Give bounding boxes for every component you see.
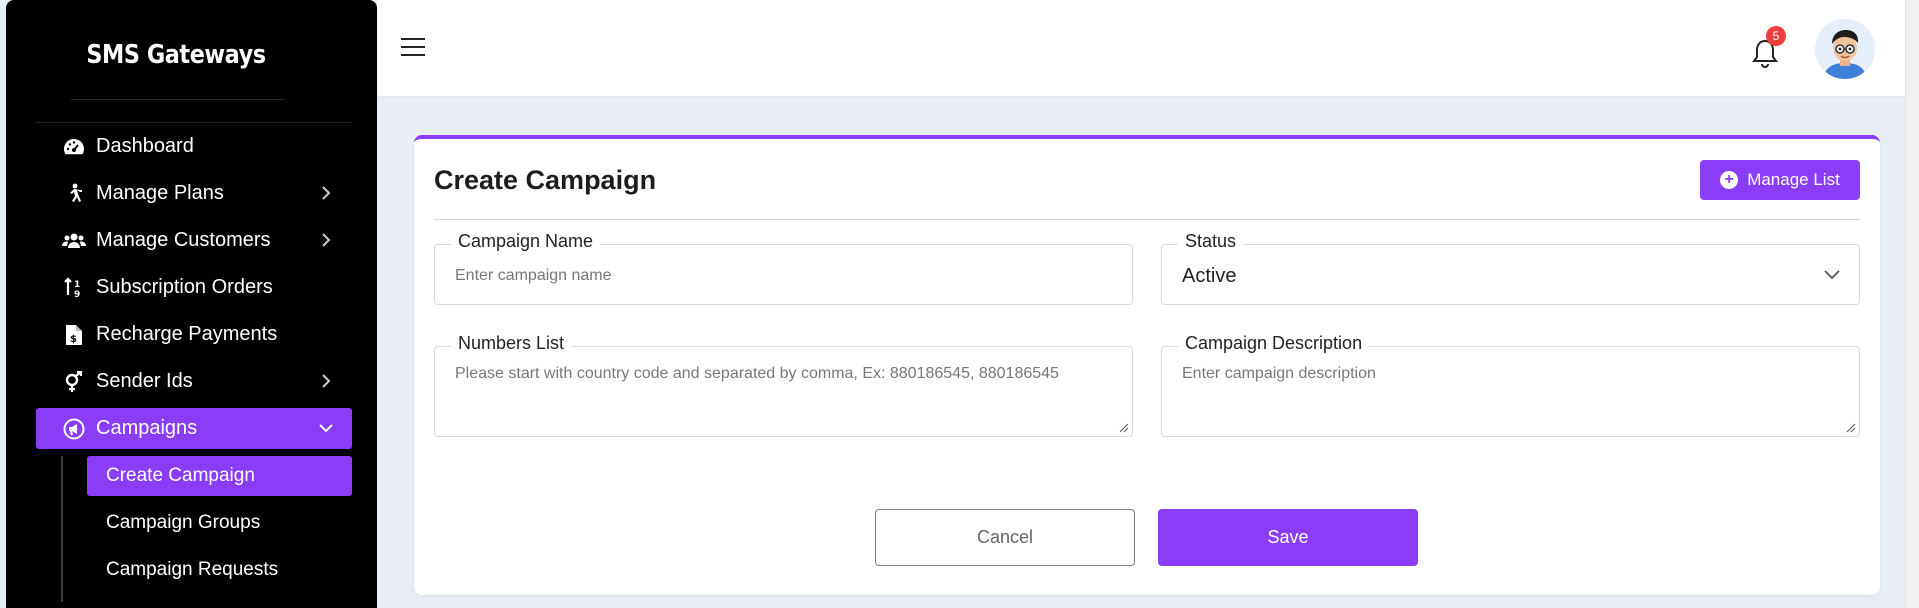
sidebar-subitem-label: Campaign Requests (106, 559, 279, 580)
svg-text:9: 9 (74, 290, 80, 299)
invoice-dollar-icon: $ (62, 323, 86, 347)
plus-circle-icon: + (1720, 171, 1739, 189)
svg-text:$: $ (70, 334, 77, 345)
sidebar-subitem-create-campaign[interactable]: Create Campaign (87, 456, 352, 496)
campaign-name-label: Campaign Name (451, 231, 601, 252)
campaign-name-input[interactable] (455, 267, 1115, 285)
sidebar-item-label: Campaigns (96, 417, 198, 439)
sidebar-subitem-campaign-groups[interactable]: Campaign Groups (87, 503, 352, 543)
page-scrollbar[interactable] (1905, 0, 1919, 608)
sidebar-item-dashboard[interactable]: Dashboard (36, 126, 352, 167)
sidebar-item-campaigns[interactable]: Campaigns (36, 408, 352, 449)
hamburger-menu-icon[interactable] (401, 38, 425, 58)
walking-person-icon (62, 182, 86, 206)
numbers-list-textarea[interactable] (455, 365, 1115, 425)
card-header-divider (434, 219, 1860, 220)
dashboard-gauge-icon (62, 135, 86, 159)
sidebar-subitem-label: Campaign Groups (106, 512, 261, 533)
sidebar-menu: Dashboard Manage Plans Manage Customers … (36, 126, 352, 455)
chevron-down-icon (1824, 270, 1840, 280)
menu-divider (36, 122, 352, 123)
sidebar-item-recharge-payments[interactable]: $ Recharge Payments (36, 314, 352, 355)
save-button[interactable]: Save (1158, 509, 1418, 566)
notification-count-badge: 5 (1766, 26, 1786, 46)
chevron-down-icon (319, 424, 333, 433)
sidebar-item-label: Dashboard (96, 135, 194, 157)
sidebar-item-sender-ids[interactable]: Sender Ids (36, 361, 352, 402)
status-label: Status (1178, 231, 1244, 252)
chevron-right-icon (322, 374, 331, 388)
chevron-right-icon (322, 233, 331, 247)
sidebar-item-label: Recharge Payments (96, 323, 278, 345)
campaigns-submenu: Create Campaign Campaign Groups Campaign… (36, 456, 352, 597)
top-bar: 5 (377, 0, 1919, 97)
campaign-name-field: Campaign Name (434, 231, 1133, 305)
gender-symbol-icon (62, 370, 86, 394)
cancel-button[interactable]: Cancel (875, 509, 1135, 566)
sort-order-icon: 19 (62, 276, 86, 300)
numbers-list-label: Numbers List (451, 333, 572, 354)
sidebar-item-manage-customers[interactable]: Manage Customers (36, 220, 352, 261)
sidebar-item-label: Manage Plans (96, 182, 224, 204)
campaign-description-field: Campaign Description (1161, 333, 1860, 437)
chevron-right-icon (322, 186, 331, 200)
campaign-description-textarea[interactable] (1182, 365, 1842, 425)
resize-grip-icon[interactable] (1846, 423, 1856, 433)
sidebar-item-label: Sender Ids (96, 370, 193, 392)
sidebar-subitem-campaign-requests[interactable]: Campaign Requests (87, 550, 352, 590)
users-group-icon (62, 229, 86, 253)
brand-divider (71, 99, 285, 100)
sidebar-item-manage-plans[interactable]: Manage Plans (36, 173, 352, 214)
sidebar-item-subscription-orders[interactable]: 19 Subscription Orders (36, 267, 352, 308)
sidebar-item-label: Manage Customers (96, 229, 271, 251)
brand-logo-text: SMS Gateways (86, 40, 266, 70)
sidebar-subitem-label: Create Campaign (106, 465, 255, 486)
manage-list-label: Manage List (1747, 170, 1840, 189)
numbers-list-field: Numbers List (434, 333, 1133, 437)
page-title: Create Campaign (434, 165, 657, 195)
status-select[interactable]: Status Active (1161, 231, 1860, 305)
create-campaign-card: Create Campaign + Manage List Campaign N… (414, 135, 1880, 595)
user-avatar[interactable] (1815, 19, 1875, 79)
resize-grip-icon[interactable] (1119, 423, 1129, 433)
campaign-icon (62, 417, 86, 441)
sidebar-item-label: Subscription Orders (96, 276, 273, 298)
campaign-description-label: Campaign Description (1178, 333, 1370, 354)
svg-text:1: 1 (74, 280, 80, 290)
status-selected-value: Active (1182, 265, 1237, 287)
manage-list-button[interactable]: + Manage List (1700, 160, 1860, 200)
